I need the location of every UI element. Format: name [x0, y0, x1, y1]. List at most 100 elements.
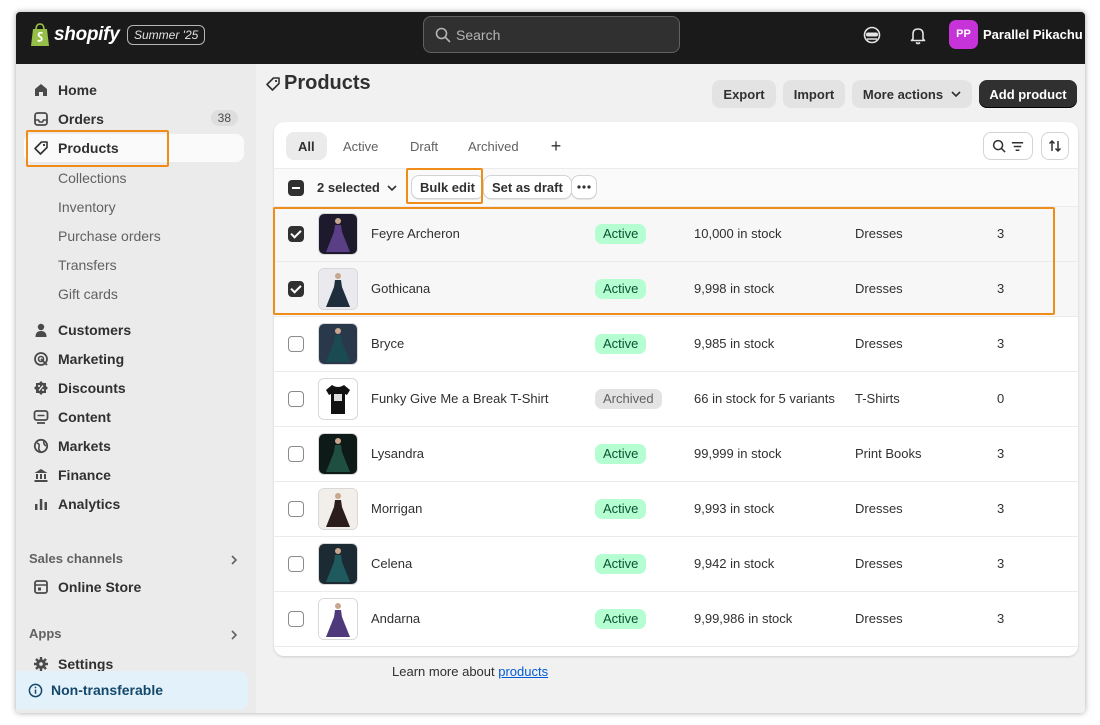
tab-active[interactable]: Active	[331, 132, 390, 160]
search-input[interactable]	[456, 17, 666, 52]
content-icon	[32, 408, 50, 426]
import-button[interactable]: Import	[783, 80, 845, 108]
bell-icon[interactable]	[907, 24, 929, 46]
row-checkbox[interactable]	[288, 446, 304, 462]
sidebar-subitem-inventory[interactable]: Inventory	[58, 199, 116, 215]
more-bulk-actions-button[interactable]	[571, 175, 597, 199]
product-thumbnail[interactable]	[318, 488, 358, 530]
sidebar-subitem-collections[interactable]: Collections	[58, 170, 126, 186]
shopify-bag-icon[interactable]	[30, 23, 50, 47]
sidebar-item-products[interactable]: Products	[24, 134, 244, 162]
product-thumbnail[interactable]	[318, 598, 358, 640]
selected-count[interactable]: 2 selected	[317, 180, 380, 195]
product-name[interactable]: Lysandra	[371, 446, 424, 461]
product-name[interactable]: Celena	[371, 556, 412, 571]
table-row[interactable]: Feyre Archeron Active 10,000 in stock Dress…	[274, 207, 1078, 262]
bulk-edit-button[interactable]: Bulk edit	[411, 175, 484, 199]
sidekick-icon[interactable]	[861, 24, 883, 46]
product-type-cell: Dresses	[855, 226, 903, 241]
sidebar-item-marketing[interactable]: Marketing	[24, 345, 244, 373]
more-actions-button[interactable]: More actions	[852, 80, 972, 108]
non-transferable-banner[interactable]: Non-transferable	[16, 671, 248, 709]
product-type-cell: Dresses	[855, 336, 903, 351]
edition-badge[interactable]: Summer '25	[127, 25, 206, 45]
chevron-right-icon[interactable]	[229, 555, 239, 565]
table-row[interactable]: Bryce Active 9,985 in stock Dresses 3	[274, 317, 1078, 372]
product-thumbnail[interactable]	[318, 213, 358, 255]
row-checkbox[interactable]	[288, 226, 304, 242]
set-as-draft-button[interactable]: Set as draft	[483, 175, 572, 199]
product-name[interactable]: Morrigan	[371, 501, 422, 516]
product-thumbnail[interactable]	[318, 268, 358, 310]
sidebar-item-analytics[interactable]: Analytics	[24, 490, 244, 518]
sidebar-subitem-transfers[interactable]: Transfers	[58, 257, 117, 273]
table-row[interactable]: Andarna Active 9,99,986 in stock Dresses 3	[274, 592, 1078, 647]
channels-count-cell: 3	[997, 336, 1005, 351]
sidebar-subitem-gift-cards[interactable]: Gift cards	[58, 286, 118, 302]
avatar[interactable]: PP	[949, 20, 978, 49]
chevron-down-icon[interactable]	[387, 183, 397, 193]
shopify-logo-text[interactable]: shopify	[54, 24, 120, 46]
export-button[interactable]: Export	[712, 80, 776, 108]
table-row[interactable]: Lysandra Active 99,999 in stock Print Books…	[274, 427, 1078, 482]
row-checkbox[interactable]	[288, 556, 304, 572]
sidebar-item-online-store[interactable]: Online Store	[24, 573, 244, 601]
sales-channels-heading[interactable]: Sales channels	[29, 551, 123, 566]
sidebar-item-customers[interactable]: Customers	[24, 316, 244, 344]
sidebar-item-orders[interactable]: Orders 38	[24, 105, 244, 133]
product-name[interactable]: Bryce	[371, 336, 404, 351]
store-name[interactable]: Parallel Pikachu	[983, 27, 1083, 42]
sidebar-item-markets[interactable]: Markets	[24, 432, 244, 460]
table-row[interactable]: Morrigan Active 9,993 in stock Dresses 3	[274, 482, 1078, 537]
product-name[interactable]: Gothicana	[371, 281, 430, 296]
tab-draft[interactable]: Draft	[398, 132, 450, 160]
status-badge: Active	[595, 334, 647, 354]
product-name[interactable]: Feyre Archeron	[371, 226, 460, 241]
product-name[interactable]: Funky Give Me a Break T-Shirt	[371, 391, 549, 406]
sidebar-item-label: Orders	[58, 111, 104, 127]
bulk-actions-bar: 2 selected Bulk edit Set as draft	[274, 169, 1078, 207]
row-checkbox[interactable]	[288, 391, 304, 407]
row-checkbox[interactable]	[288, 281, 304, 297]
tab-all[interactable]: All	[286, 132, 327, 160]
apps-heading[interactable]: Apps	[29, 626, 62, 641]
product-type-cell: Dresses	[855, 281, 903, 296]
tab-archived[interactable]: Archived	[456, 132, 531, 160]
status-badge: Active	[595, 444, 647, 464]
search-filter-button[interactable]	[983, 132, 1033, 160]
product-thumbnail[interactable]	[318, 378, 358, 420]
table-row[interactable]: Funky Give Me a Break T-Shirt Archived 66 …	[274, 372, 1078, 427]
chevron-right-icon[interactable]	[229, 630, 239, 640]
row-checkbox[interactable]	[288, 501, 304, 517]
channels-count-cell: 0	[997, 391, 1005, 406]
inventory-cell: 66 in stock for 5 variants	[694, 391, 835, 406]
add-view-plus-icon[interactable]: +	[546, 136, 566, 156]
sidebar-item-label: Home	[58, 82, 97, 98]
search-icon	[435, 27, 451, 43]
table-row[interactable]: Gothicana Active 9,998 in stock Dresses 3	[274, 262, 1078, 317]
products-help-link[interactable]: products	[498, 664, 548, 679]
row-checkbox[interactable]	[288, 611, 304, 627]
table-row[interactable]: Celena Active 9,942 in stock Dresses 3	[274, 537, 1078, 592]
search-bar[interactable]	[423, 16, 680, 53]
sidebar-item-home[interactable]: Home	[24, 76, 244, 104]
add-product-button[interactable]: Add product	[979, 80, 1077, 108]
product-thumbnail[interactable]	[318, 543, 358, 585]
row-checkbox[interactable]	[288, 336, 304, 352]
product-name[interactable]: Andarna	[371, 611, 420, 626]
sidebar-item-content[interactable]: Content	[24, 403, 244, 431]
info-icon	[28, 683, 43, 697]
tag-icon	[32, 139, 50, 157]
product-thumbnail[interactable]	[318, 433, 358, 475]
product-thumbnail[interactable]	[318, 323, 358, 365]
sidebar-item-finance[interactable]: Finance	[24, 461, 244, 489]
sort-button[interactable]	[1041, 132, 1069, 160]
learn-more-text: Learn more about products	[392, 664, 548, 679]
inventory-cell: 9,998 in stock	[694, 281, 775, 296]
inventory-cell: 99,999 in stock	[694, 446, 782, 461]
sidebar-subitem-purchase-orders[interactable]: Purchase orders	[58, 228, 161, 244]
sidebar-item-label: Analytics	[58, 496, 121, 512]
select-all-checkbox[interactable]	[288, 180, 304, 196]
sidebar-item-discounts[interactable]: Discounts	[24, 374, 244, 402]
inventory-cell: 9,99,986 in stock	[694, 611, 793, 626]
